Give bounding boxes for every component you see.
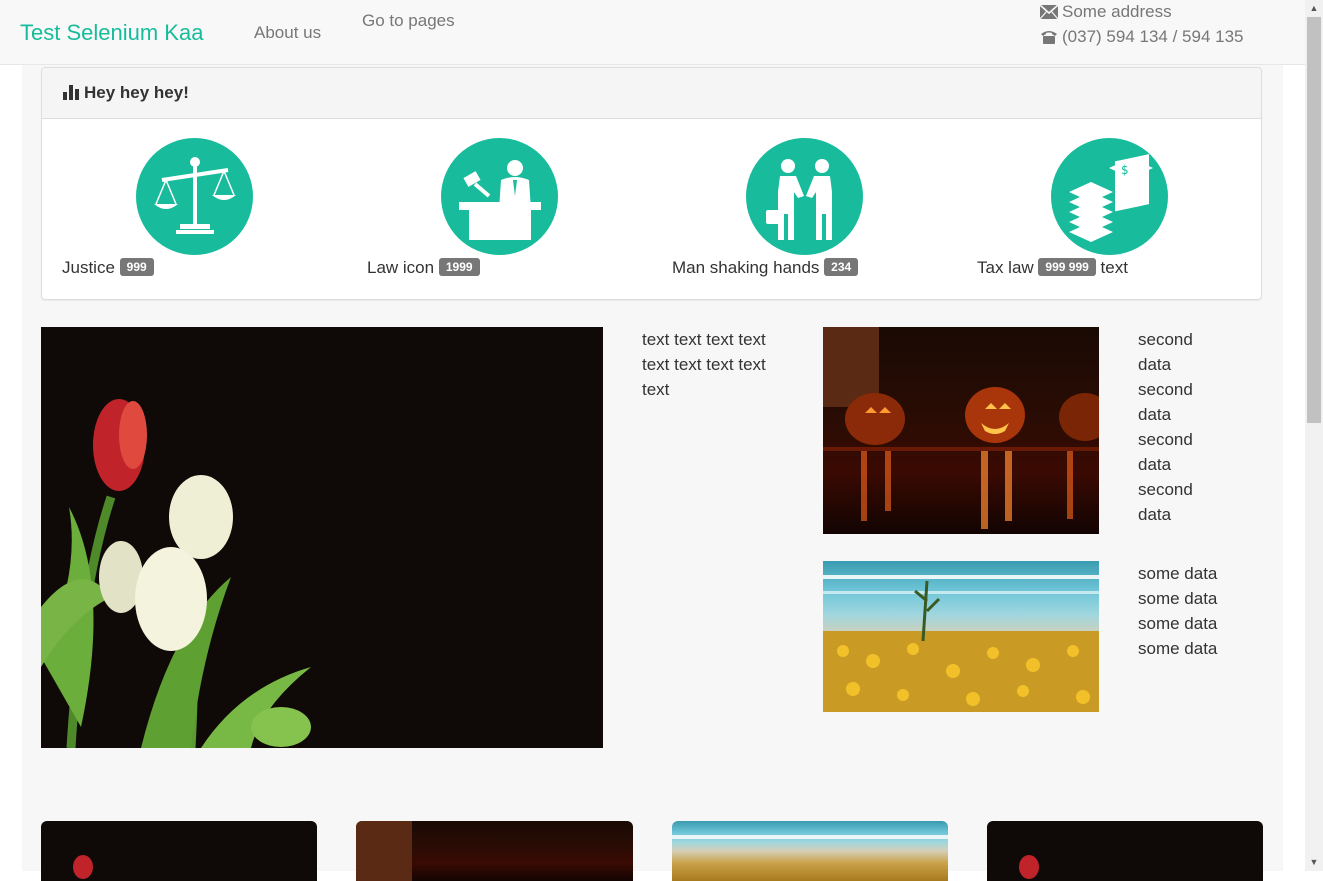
phone-icon <box>1041 31 1057 44</box>
feature-label: Justice 999 <box>62 258 154 278</box>
envelope-icon <box>1040 5 1058 19</box>
feature-label: Man shaking hands 234 <box>672 258 859 278</box>
contact-address: Some address <box>1040 2 1172 22</box>
some-data-text: some data some data some data some data <box>1138 564 1218 658</box>
second-data-text: second data second data second data seco… <box>1138 330 1193 524</box>
scroll-thumb[interactable] <box>1307 17 1321 423</box>
tulips-image <box>41 327 603 748</box>
text-block: text text text text text text text text … <box>642 330 766 399</box>
scroll-down-arrow-icon[interactable]: ▼ <box>1305 854 1323 871</box>
feature-label-text: Tax law <box>977 258 1034 277</box>
vertical-scrollbar[interactable]: ▲ ▼ <box>1305 0 1323 871</box>
feature-label: Tax law 999 999 text <box>977 258 1128 278</box>
count-badge: 999 999 <box>1038 258 1096 276</box>
panel-heading: Hey hey hey! <box>42 68 1261 119</box>
features-panel: Hey hey hey! Justice 999 Law icon 1999 M… <box>41 67 1262 300</box>
tulips-illustration <box>41 399 311 748</box>
pumpkins-image <box>823 327 1099 534</box>
feature-label: Law icon 1999 <box>367 258 480 278</box>
panel-title: Hey hey hey! <box>63 83 189 103</box>
feature-label-text: Law icon <box>367 258 435 277</box>
thumbnail-beach-illustration <box>672 835 948 839</box>
thumbnail-tulips-1[interactable] <box>41 821 317 881</box>
pumpkins-illustration <box>823 327 1099 529</box>
feature-icon-circle <box>441 138 558 255</box>
count-badge: 999 <box>119 258 154 276</box>
brand-link[interactable]: Test Selenium Kaa <box>20 20 203 46</box>
feature-label-text: Man shaking hands <box>672 258 820 277</box>
count-badge: 234 <box>824 258 859 276</box>
feature-label-text: Justice <box>62 258 115 277</box>
thumbnail-pumpkins[interactable] <box>356 821 633 881</box>
panel-title-text: Hey hey hey! <box>84 83 189 102</box>
count-badge: 1999 <box>438 258 480 276</box>
beach-illustration <box>823 575 1099 712</box>
nav-about-us[interactable]: About us <box>254 23 321 43</box>
handshake-icon <box>765 158 832 240</box>
thumbnail-tulips-illustration <box>1019 855 1039 879</box>
money-stack-icon: $ <box>1068 153 1153 242</box>
address-text: Some address <box>1062 2 1172 21</box>
feature-suffix-text: text <box>1100 258 1128 277</box>
thumbnail-tulips-illustration <box>73 855 93 879</box>
thumbnail-beach[interactable] <box>672 821 948 881</box>
navbar: Test Selenium Kaa About us Go to pages S… <box>0 0 1305 65</box>
judge-icon <box>458 159 541 240</box>
feature-icon-circle <box>136 138 253 255</box>
beach-image <box>823 561 1099 712</box>
thumbnail-pumpkins-illustration <box>356 821 412 881</box>
phone-text: (037) 594 134 / 594 135 <box>1062 27 1244 46</box>
scroll-up-arrow-icon[interactable]: ▲ <box>1305 0 1323 17</box>
feature-icon-circle: $ <box>1051 138 1168 255</box>
scales-icon <box>153 156 236 234</box>
nav-go-to-pages[interactable]: Go to pages <box>362 11 455 31</box>
page-container: Hey hey hey! Justice 999 Law icon 1999 M… <box>22 65 1283 881</box>
thumbnail-tulips-2[interactable] <box>987 821 1263 881</box>
contact-phone: (037) 594 134 / 594 135 <box>1040 27 1243 47</box>
svg-text:$: $ <box>1121 163 1129 177</box>
feature-icon-circle <box>746 138 863 255</box>
bar-chart-icon <box>63 85 79 100</box>
